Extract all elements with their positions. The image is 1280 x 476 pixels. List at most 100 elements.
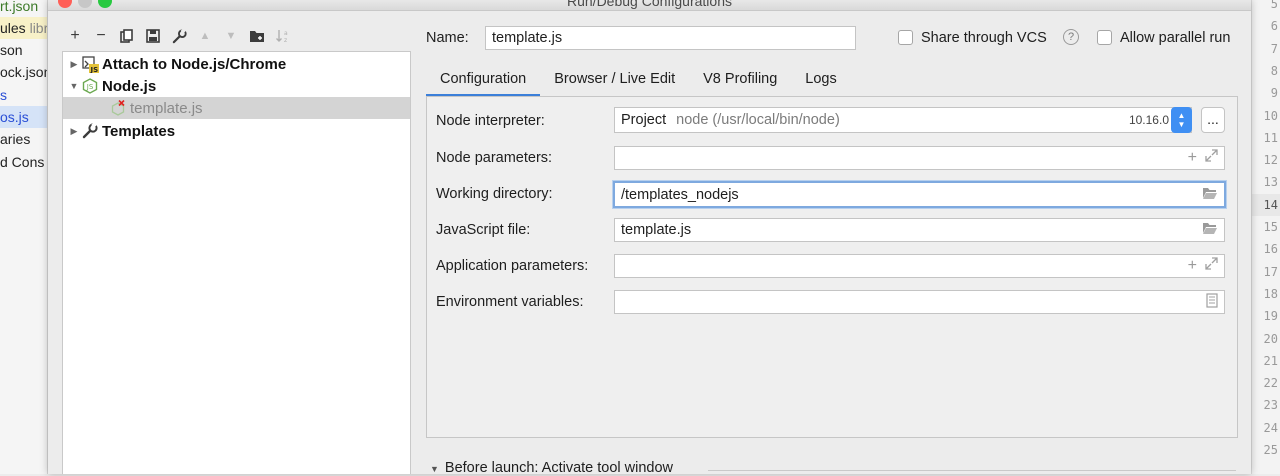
line-number: 20 [1263,331,1278,346]
svg-text:z: z [284,37,287,44]
save-icon[interactable] [142,25,164,47]
name-input[interactable] [485,26,856,50]
working-directory-value: /templates_nodejs [621,186,739,203]
environment-variables-input[interactable] [614,290,1225,314]
plus-icon[interactable]: + [1188,149,1197,167]
line-number: 24 [1263,420,1278,435]
working-directory-input[interactable]: /templates_nodejs [613,181,1226,208]
line-number: 18 [1263,286,1278,301]
config-toolbar: + − ▲ ▼ az [64,24,294,48]
folder-open-icon[interactable] [1202,186,1218,205]
name-label: Name: [426,30,469,46]
background-project-panel: rt.json ules libr son ock.json s os.js a… [0,0,48,474]
share-vcs-label: Share through VCS [921,30,1047,46]
node-parameters-label: Node parameters: [436,150,553,166]
node-interpreter-select[interactable]: Project node (/usr/local/bin/node) 10.16… [614,107,1192,133]
line-number: 22 [1263,376,1278,391]
line-number: 16 [1263,242,1278,257]
separator [708,470,1236,471]
line-number: 5 [1270,0,1278,11]
allow-parallel-checkbox[interactable] [1097,30,1112,45]
config-tabs: Configuration Browser / Live Edit V8 Pro… [426,66,851,97]
expand-arrow-icon[interactable]: ▶ [67,59,81,70]
line-number: 7 [1270,41,1278,56]
tree-item-template-js[interactable]: template.js [63,97,410,119]
copy-icon[interactable] [116,25,138,47]
configuration-tree: ▶ JS Attach to Node.js/Chrome ▼ JS Node.… [62,51,411,474]
line-number: 17 [1263,264,1278,279]
wrench-icon[interactable] [168,25,190,47]
bg-row: s [0,87,7,103]
line-number: 23 [1263,398,1278,413]
bg-row: aries [0,131,31,147]
collapse-arrow-icon[interactable]: ▼ [430,464,439,474]
javascript-file-input[interactable]: template.js [614,218,1225,242]
tab-v8-profiling[interactable]: V8 Profiling [689,66,791,97]
window-title: Run/Debug Configurations [567,0,732,9]
tab-logs[interactable]: Logs [791,66,850,97]
title-bar: Run/Debug Configurations [48,0,1251,11]
tree-item-label: template.js [130,99,203,117]
application-parameters-label: Application parameters: [436,258,589,274]
tree-item-templates[interactable]: ▶ Templates [63,120,410,142]
background-editor-gutter: 5 6 7 8 9 10 11 12 13 14 15 16 17 18 19 20 21 22 23 24 25 [1251,0,1280,474]
add-icon[interactable]: + [64,25,86,47]
environment-variables-label: Environment variables: [436,294,584,310]
line-number: 21 [1263,353,1278,368]
application-parameters-input[interactable]: + [614,254,1225,278]
tab-browser-live-edit[interactable]: Browser / Live Edit [540,66,689,97]
share-vcs-checkbox[interactable] [898,30,913,45]
tree-item-nodejs[interactable]: ▼ JS Node.js [63,75,410,97]
line-number: 10 [1263,108,1278,123]
line-number: 11 [1263,130,1278,145]
help-icon[interactable]: ? [1063,29,1079,45]
line-number: 19 [1263,309,1278,324]
line-number: 12 [1263,153,1278,168]
interpreter-version: 10.16.0 [1128,113,1169,127]
svg-text:JS: JS [86,83,94,91]
line-number: 8 [1270,63,1278,78]
move-up-icon[interactable]: ▲ [194,25,216,47]
expand-icon[interactable] [1205,257,1218,275]
chevron-up-down-icon[interactable]: ▲ ▼ [1171,107,1192,133]
browse-interpreter-button[interactable]: ... [1201,107,1225,133]
bg-row: os.js [0,106,47,128]
javascript-file-label: JavaScript file: [436,222,531,238]
node-parameters-input[interactable]: + [614,146,1225,170]
remove-icon[interactable]: − [90,25,112,47]
sort-icon[interactable]: az [272,25,294,47]
collapse-arrow-icon[interactable]: ▼ [67,81,81,91]
nodejs-config-error-icon [109,99,127,117]
document-icon[interactable] [1206,293,1218,313]
svg-text:JS: JS [90,66,99,73]
line-number: 6 [1270,19,1278,34]
line-number: 25 [1263,443,1278,457]
line-number: 9 [1270,86,1278,101]
line-number: 14 [1252,193,1280,216]
folder-icon[interactable] [246,25,268,47]
interpreter-path: node (/usr/local/bin/node) [676,112,840,128]
tree-item-label: Attach to Node.js/Chrome [102,55,287,73]
bg-row: son [0,42,23,58]
tree-item-label: Node.js [102,77,157,95]
plus-icon[interactable]: + [1188,257,1197,275]
javascript-file-value: template.js [621,222,692,238]
interpreter-project: Project [621,112,667,128]
line-number: 15 [1263,220,1278,234]
wrench-icon [81,122,99,140]
node-interpreter-label: Node interpreter: [436,113,545,129]
bg-row: d Cons [0,154,45,170]
working-directory-label: Working directory: [436,186,553,202]
line-number: 13 [1263,175,1278,190]
allow-parallel-label: Allow parallel run [1120,30,1231,46]
svg-text:a: a [284,30,288,37]
expand-arrow-icon[interactable]: ▶ [67,126,81,137]
tree-item-attach-node-chrome[interactable]: ▶ JS Attach to Node.js/Chrome [63,53,410,75]
move-down-icon[interactable]: ▼ [220,25,242,47]
folder-open-icon[interactable] [1202,221,1218,240]
tab-configuration[interactable]: Configuration [426,66,541,97]
bg-row: ock.json [0,64,48,80]
attach-chrome-icon: JS [81,55,99,73]
bg-row: ules libr [0,17,47,39]
expand-icon[interactable] [1205,149,1218,167]
